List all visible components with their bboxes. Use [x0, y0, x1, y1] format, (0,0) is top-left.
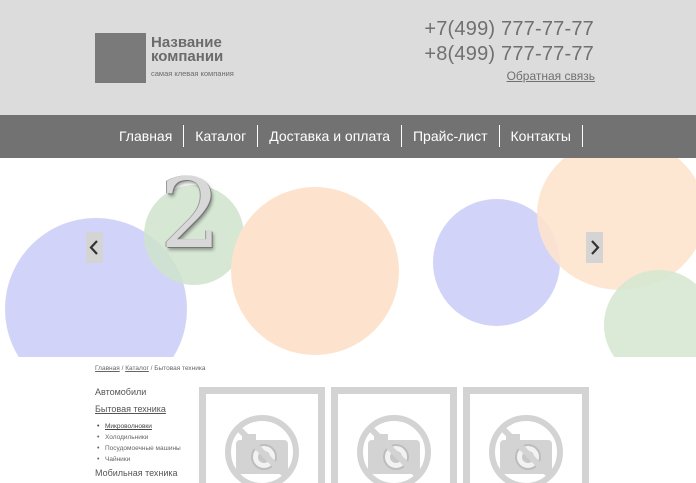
no-photo-camera-icon	[489, 415, 563, 483]
company-tagline: самая клевая компания	[151, 69, 234, 78]
decor-circle	[537, 158, 696, 290]
chevron-right-icon	[591, 240, 600, 255]
category-appliances[interactable]: Бытовая техника	[95, 404, 166, 414]
no-photo-camera-icon	[357, 415, 431, 483]
slide-number: 2	[160, 158, 222, 270]
logo-icon[interactable]	[95, 33, 146, 83]
phone-number-2: +8(499) 777-77-77	[424, 43, 594, 65]
breadcrumb-separator: /	[150, 365, 153, 372]
nav-item-home[interactable]: Главная	[108, 125, 185, 147]
subcategory-kettles[interactable]: Чайники	[95, 454, 181, 465]
nav-item-contacts[interactable]: Контакты	[500, 125, 583, 147]
subcategory-refrigerators[interactable]: Холодильники	[95, 432, 181, 443]
breadcrumb-catalog[interactable]: Каталог	[125, 365, 149, 372]
category-cars[interactable]: Автомобили	[95, 387, 146, 397]
product-card[interactable]	[199, 387, 325, 483]
site-header: Название компании самая клевая компания …	[0, 0, 696, 115]
breadcrumb-separator: /	[121, 365, 124, 372]
nav-item-price-list[interactable]: Прайс-лист	[402, 125, 500, 147]
company-name[interactable]: Название компании	[151, 35, 261, 64]
callback-link[interactable]: Обратная связь	[507, 69, 595, 83]
breadcrumb: Главная / Каталог / Бытовая техника	[95, 365, 206, 372]
chevron-left-icon	[89, 240, 98, 255]
main-navigation: Главная Каталог Доставка и оплата Прайс-…	[0, 115, 696, 158]
nav-list: Главная Каталог Доставка и оплата Прайс-…	[108, 125, 583, 147]
breadcrumb-current: Бытовая техника	[154, 365, 206, 372]
slider-next-button[interactable]	[586, 232, 603, 263]
product-card[interactable]	[331, 387, 457, 483]
nav-item-catalog[interactable]: Каталог	[184, 125, 259, 147]
subcategory-microwaves[interactable]: Микроволновки	[95, 421, 181, 432]
nav-item-delivery[interactable]: Доставка и оплата	[258, 125, 402, 147]
breadcrumb-home[interactable]: Главная	[95, 365, 120, 372]
subcategory-list: Микроволновки Холодильники Посудомоечные…	[95, 421, 181, 465]
category-mobile[interactable]: Мобильная техника	[95, 468, 178, 478]
decor-circle	[231, 187, 399, 355]
slider-prev-button[interactable]	[86, 232, 103, 263]
phone-number-1: +7(499) 777-77-77	[424, 18, 594, 40]
hero-slider: 2	[0, 158, 696, 357]
subcategory-dishwashers[interactable]: Посудомоечные машины	[95, 443, 181, 454]
no-photo-camera-icon	[225, 415, 299, 483]
product-card[interactable]	[463, 387, 589, 483]
